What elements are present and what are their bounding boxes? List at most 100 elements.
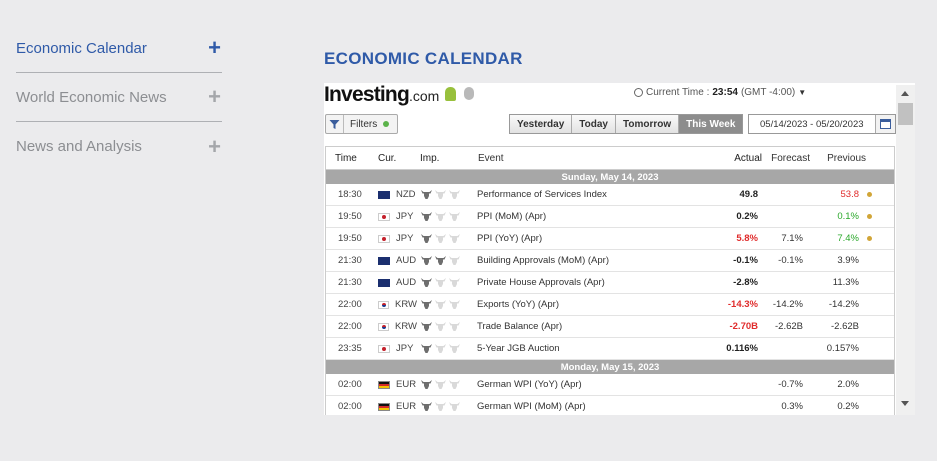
scroll-thumb[interactable] bbox=[898, 103, 913, 125]
event-name[interactable]: PPI (YoY) (Apr) bbox=[471, 233, 715, 244]
expand-plus-icon[interactable]: + bbox=[208, 86, 221, 108]
currency-code: JPY bbox=[396, 233, 414, 244]
event-time: 23:35 bbox=[338, 343, 362, 354]
col-forecast: Forecast bbox=[771, 152, 810, 164]
expand-plus-icon[interactable]: + bbox=[208, 37, 221, 59]
calendar-button[interactable] bbox=[875, 115, 895, 133]
scroll-up-arrow-icon[interactable] bbox=[901, 91, 909, 96]
event-forecast: -14.2% bbox=[772, 299, 803, 310]
widget-scrollbar[interactable] bbox=[896, 85, 915, 415]
bull-importance-icon bbox=[435, 380, 446, 389]
sidebar-item-economic-calendar[interactable]: Economic Calendar + bbox=[16, 24, 222, 73]
col-event: Event bbox=[478, 152, 504, 164]
event-forecast: -2.62B bbox=[775, 321, 803, 332]
revised-dot-icon bbox=[866, 192, 872, 197]
event-actual: 0.2% bbox=[736, 211, 758, 222]
tab-tomorrow[interactable]: Tomorrow bbox=[615, 115, 680, 133]
event-time: 21:30 bbox=[338, 255, 362, 266]
event-previous: 7.4% bbox=[837, 233, 859, 244]
event-name[interactable]: German WPI (MoM) (Apr) bbox=[471, 401, 715, 412]
sidebar-item-world-economic-news[interactable]: World Economic News + bbox=[16, 73, 222, 122]
event-name[interactable]: PPI (MoM) (Apr) bbox=[471, 211, 715, 222]
table-row[interactable]: 02:00 EUR German WPI (MoM) (Apr) 0.3% 0.2% bbox=[326, 396, 894, 415]
table-row[interactable]: 02:00 EUR German WPI (YoY) (Apr) -0.7% 2.0% bbox=[326, 374, 894, 396]
expand-plus-icon[interactable]: + bbox=[208, 135, 221, 158]
table-row[interactable]: 22:00 KRW Trade Balance (Apr) -2.70B -2.62B -… bbox=[326, 316, 894, 338]
date-range-picker[interactable]: 05/14/2023 - 05/20/2023 bbox=[748, 114, 896, 134]
event-importance bbox=[417, 256, 471, 265]
bull-importance-icon bbox=[421, 256, 432, 265]
country-flag-icon bbox=[378, 234, 390, 243]
table-row[interactable]: 21:30 AUD Private House Approvals (Apr) -2.… bbox=[326, 272, 894, 294]
bull-importance-icon bbox=[449, 256, 460, 265]
table-row[interactable]: 21:30 AUD Building Approvals (MoM) (Apr) -0… bbox=[326, 250, 894, 272]
country-flag-icon bbox=[378, 300, 389, 309]
event-currency: JPY bbox=[371, 233, 417, 244]
bull-importance-icon bbox=[449, 344, 460, 353]
col-time: Time bbox=[335, 152, 357, 164]
logo-main-text: Investing bbox=[324, 83, 410, 106]
calendar-icon bbox=[880, 119, 891, 129]
revised-indicator bbox=[859, 214, 879, 219]
scroll-down-arrow-icon[interactable] bbox=[901, 401, 909, 406]
event-name[interactable]: Exports (YoY) (Apr) bbox=[471, 299, 715, 310]
sidebar: Economic Calendar + World Economic News … bbox=[16, 24, 222, 171]
investing-logo[interactable]: Investing.com bbox=[324, 83, 439, 107]
country-flag-icon bbox=[378, 278, 390, 287]
event-name[interactable]: German WPI (YoY) (Apr) bbox=[471, 379, 715, 390]
event-previous: 53.8 bbox=[840, 189, 860, 200]
table-row[interactable]: 22:00 KRW Exports (YoY) (Apr) -14.3% -14.2% -… bbox=[326, 294, 894, 316]
chevron-down-icon[interactable]: ▼ bbox=[798, 88, 806, 97]
economic-calendar-widget: Investing.com Current Time : 23:54 (GMT … bbox=[324, 83, 915, 415]
event-importance bbox=[417, 300, 471, 309]
bull-importance-icon bbox=[421, 234, 432, 243]
event-currency: NZD bbox=[371, 189, 417, 200]
event-time: 19:50 bbox=[338, 233, 362, 244]
table-row[interactable]: 23:35 JPY 5-Year JGB Auction 0.116% 0.157% bbox=[326, 338, 894, 360]
event-currency: AUD bbox=[371, 277, 417, 288]
country-flag-icon bbox=[378, 322, 389, 331]
filters-active-dot bbox=[383, 121, 390, 127]
event-name[interactable]: Trade Balance (Apr) bbox=[471, 321, 715, 332]
event-time: 19:50 bbox=[338, 211, 362, 222]
table-row[interactable]: 19:50 JPY PPI (YoY) (Apr) 5.8% 7.1% 7.4% bbox=[326, 228, 894, 250]
event-forecast: 7.1% bbox=[781, 233, 803, 244]
event-forecast: -0.7% bbox=[778, 379, 803, 390]
bull-importance-icon bbox=[421, 380, 432, 389]
filters-label: Filters bbox=[350, 118, 378, 130]
current-time[interactable]: Current Time : 23:54 (GMT -4:00) ▼ bbox=[634, 87, 806, 98]
event-name[interactable]: Private House Approvals (Apr) bbox=[471, 277, 715, 288]
tab-today[interactable]: Today bbox=[572, 115, 616, 133]
filters-button[interactable]: Filters bbox=[325, 114, 398, 134]
currency-code: NZD bbox=[396, 189, 416, 200]
tab-yesterday[interactable]: Yesterday bbox=[510, 115, 573, 133]
event-importance bbox=[417, 212, 471, 221]
day-header: Sunday, May 14, 2023 bbox=[326, 170, 894, 184]
bull-importance-icon bbox=[421, 212, 432, 221]
sidebar-item-news-and-analysis[interactable]: News and Analysis + bbox=[16, 122, 222, 171]
col-actual: Actual bbox=[734, 152, 762, 164]
country-flag-icon bbox=[378, 402, 390, 411]
currency-code: KRW bbox=[395, 321, 417, 332]
bull-importance-icon bbox=[435, 190, 446, 199]
event-previous: 3.9% bbox=[837, 255, 859, 266]
table-row[interactable]: 19:50 JPY PPI (MoM) (Apr) 0.2% 0.1% bbox=[326, 206, 894, 228]
event-time: 02:00 bbox=[338, 401, 362, 412]
app-icons bbox=[445, 87, 474, 101]
event-name[interactable]: Building Approvals (MoM) (Apr) bbox=[471, 255, 715, 266]
table-row[interactable]: 18:30 NZD Performance of Services Index 49.… bbox=[326, 184, 894, 206]
tab-this-week[interactable]: This Week bbox=[679, 115, 743, 133]
event-currency: JPY bbox=[371, 343, 417, 354]
country-flag-icon bbox=[378, 380, 390, 389]
android-icon[interactable] bbox=[445, 87, 456, 101]
date-range-value: 05/14/2023 - 05/20/2023 bbox=[760, 118, 864, 130]
event-name[interactable]: Performance of Services Index bbox=[471, 189, 715, 200]
event-actual: -0.1% bbox=[733, 255, 758, 266]
apple-icon[interactable] bbox=[464, 87, 474, 100]
bull-importance-icon bbox=[435, 402, 446, 411]
revised-dot-icon bbox=[866, 236, 872, 241]
event-actual: -14.3% bbox=[727, 299, 758, 310]
event-name[interactable]: 5-Year JGB Auction bbox=[471, 343, 715, 354]
bull-importance-icon bbox=[449, 190, 460, 199]
bull-importance-icon bbox=[435, 300, 446, 309]
